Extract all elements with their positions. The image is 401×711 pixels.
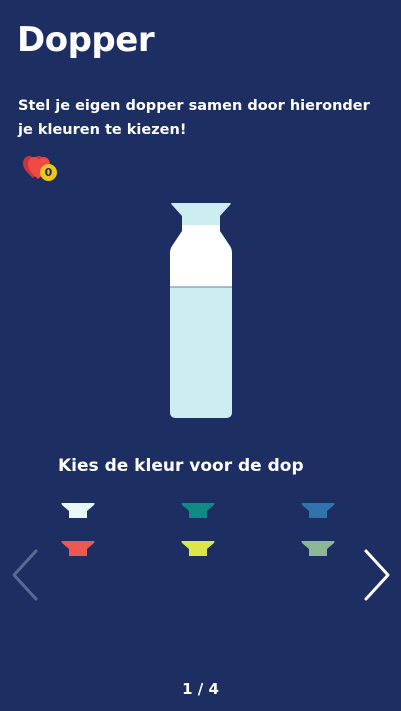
cap-color-option-5[interactable]	[180, 540, 216, 560]
cap-color-options	[45, 496, 357, 566]
cap-color-option-2[interactable]	[180, 502, 216, 522]
chevron-left-icon	[12, 549, 38, 601]
cap-color-option-1[interactable]	[60, 502, 96, 522]
step-indicator: 1 / 4	[182, 680, 219, 698]
color-picker-prompt: Kies de kleur voor de dop	[58, 456, 304, 476]
page-title: Dopper	[17, 20, 155, 60]
bottle-body	[170, 287, 232, 418]
cap-color-option-3[interactable]	[300, 502, 336, 522]
cap-color-option-6[interactable]	[300, 540, 336, 560]
favorites-count-badge: 0	[40, 164, 57, 181]
favorites-button[interactable]: 0	[22, 154, 62, 182]
chevron-right-icon	[364, 549, 390, 601]
cap-color-option-4[interactable]	[60, 540, 96, 560]
next-step-button[interactable]	[360, 548, 394, 602]
bottle-cap	[171, 203, 231, 225]
page-subtitle: Stel je eigen dopper samen door hieronde…	[18, 98, 370, 138]
bottle-preview	[170, 203, 232, 418]
previous-step-button[interactable]	[8, 548, 42, 602]
bottle-neck	[170, 225, 232, 287]
